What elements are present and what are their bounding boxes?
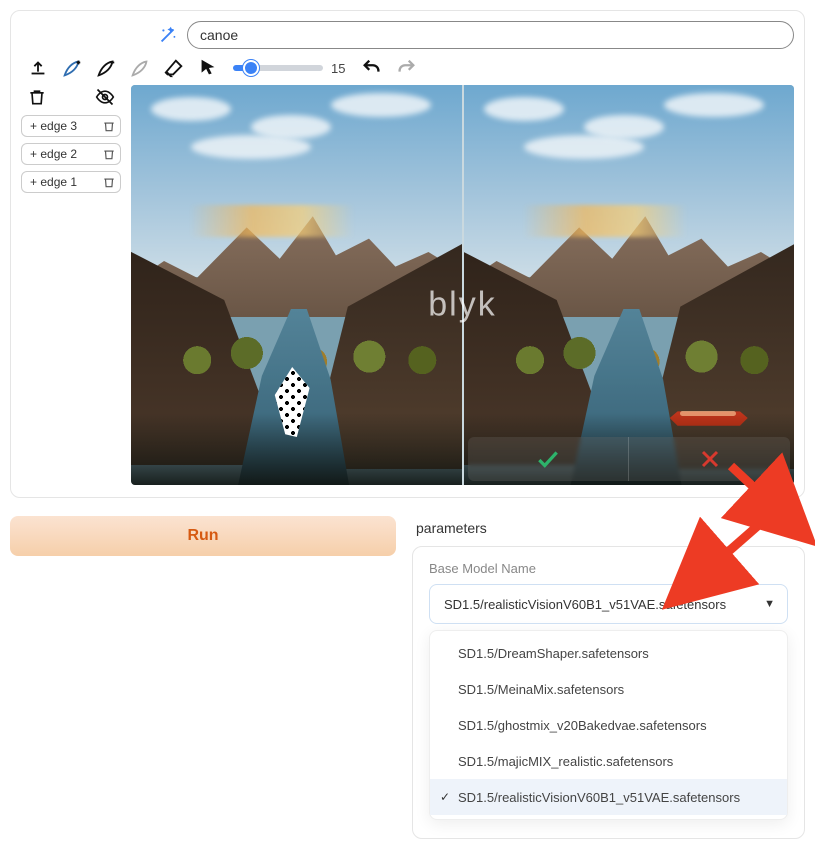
base-model-dropdown: SD1.5/DreamShaper.safetensors SD1.5/Mein… [429, 630, 788, 820]
layer-item[interactable]: + edge 2 [21, 143, 121, 165]
canvas-result-pane [464, 85, 795, 485]
layers-column: + edge 3 + edge 2 + edge 1 [21, 85, 121, 485]
brush-size-value: 15 [331, 61, 349, 76]
base-model-option[interactable]: SD1.5/realisticVisionV60B1_v51VAE.safete… [430, 779, 787, 815]
layer-tools [21, 87, 121, 109]
layer-item[interactable]: + edge 1 [21, 171, 121, 193]
magic-wand-icon[interactable] [157, 24, 179, 46]
toolbar: 15 [21, 55, 794, 85]
prompt-row [21, 21, 794, 49]
parameters-title: parameters [416, 520, 487, 536]
trash-icon[interactable] [27, 87, 47, 107]
caret-down-icon: ▼ [787, 521, 799, 535]
feather-plus-icon[interactable] [61, 57, 83, 79]
base-model-option[interactable]: SD1.5/MeinaMix.safetensors [430, 671, 787, 707]
base-model-label: Base Model Name [429, 561, 788, 576]
editor-panel: 15 + edge 3 [10, 10, 805, 498]
base-model-option[interactable]: SD1.5/majicMIX_realistic.safetensors [430, 743, 787, 779]
pointer-icon[interactable] [197, 57, 219, 79]
feather-rgb-icon [129, 57, 151, 79]
brush-size-slider[interactable]: 15 [231, 61, 349, 76]
parameters-toggle[interactable]: parameters ▼ [412, 516, 805, 546]
base-model-value: SD1.5/realisticVisionV60B1_v51VAE.safete… [444, 597, 726, 612]
prompt-input[interactable] [187, 21, 794, 49]
feather-minus-icon[interactable] [95, 57, 117, 79]
base-model-select[interactable]: SD1.5/realisticVisionV60B1_v51VAE.safete… [429, 584, 788, 624]
canvas-area[interactable]: blyk [131, 85, 794, 485]
undo-icon[interactable] [361, 57, 383, 79]
reject-button[interactable] [629, 437, 790, 481]
layer-item[interactable]: + edge 3 [21, 115, 121, 137]
layer-label: + edge 1 [30, 175, 77, 189]
base-model-option[interactable]: SD1.5/ghostmix_v20Bakedvae.safetensors [430, 707, 787, 743]
visibility-off-icon[interactable] [95, 87, 115, 107]
trash-icon[interactable] [102, 119, 116, 133]
base-model-option[interactable]: SD1.5/DreamShaper.safetensors [430, 635, 787, 671]
run-button[interactable]: Run [10, 516, 396, 556]
upload-icon[interactable] [27, 57, 49, 79]
result-action-bar [468, 437, 791, 481]
parameters-panel: parameters ▼ Base Model Name SD1.5/reali… [412, 516, 805, 839]
layer-label: + edge 3 [30, 119, 77, 133]
generated-canoe [670, 407, 748, 429]
canvas-input-pane[interactable] [131, 85, 464, 485]
accept-button[interactable] [468, 437, 630, 481]
brush-size-range[interactable] [233, 65, 323, 71]
redo-icon [395, 57, 417, 79]
bottom-row: Run parameters ▼ Base Model Name SD1.5/r… [10, 516, 805, 839]
trash-icon[interactable] [102, 175, 116, 189]
caret-down-icon: ▼ [764, 598, 775, 610]
eraser-icon[interactable] [163, 57, 185, 79]
trash-icon[interactable] [102, 147, 116, 161]
parameters-body: Base Model Name SD1.5/realisticVisionV60… [412, 546, 805, 839]
work-row: + edge 3 + edge 2 + edge 1 [21, 85, 794, 485]
layer-label: + edge 2 [30, 147, 77, 161]
